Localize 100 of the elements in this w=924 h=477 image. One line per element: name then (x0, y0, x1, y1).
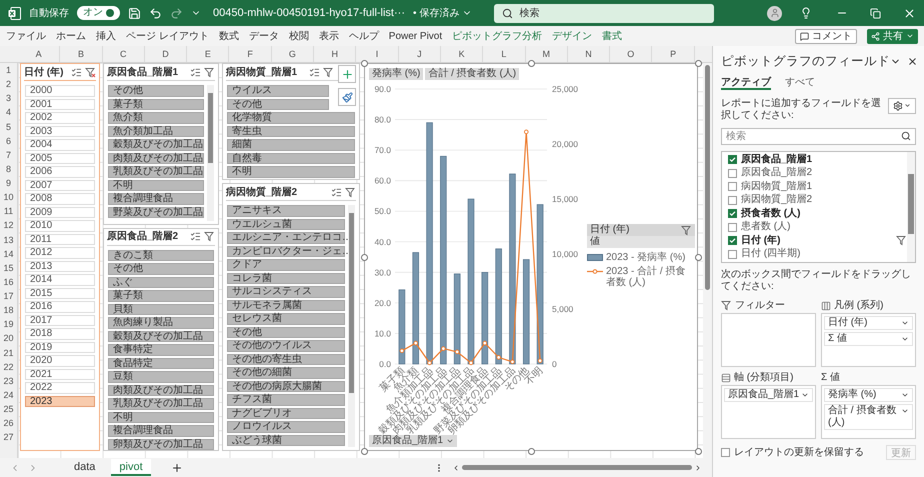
slicer-item[interactable]: 肉類及びその加工品 (108, 384, 214, 396)
slicer-item[interactable]: 魚介類加工品 (108, 126, 204, 137)
slicer-item[interactable]: 豆類 (108, 371, 214, 383)
slicer-item[interactable]: 乳類及びその加工品 (108, 398, 214, 410)
column-header[interactable]: J (398, 46, 441, 62)
row-header[interactable]: 21 (0, 346, 17, 360)
slicer-item[interactable]: 菓子類 (108, 290, 214, 302)
ribbon-tab[interactable]: Power Pivot (388, 28, 442, 44)
slicer-item[interactable]: 穀類及びその加工品 (108, 330, 214, 342)
pane-tab[interactable]: すべて (785, 74, 815, 90)
slicer-item[interactable]: その他の細菌 (227, 367, 345, 378)
slicer-item[interactable]: その他 (227, 98, 329, 110)
slicer-item[interactable]: 不明 (227, 166, 355, 178)
slicer-item[interactable]: サルコシスティス (227, 286, 345, 298)
slicer-item[interactable]: 2005 (25, 152, 95, 164)
field-label[interactable]: 病因物質_階層2 (741, 194, 812, 206)
comment-button[interactable]: コメント (795, 28, 857, 44)
row-header[interactable]: 4 (0, 105, 17, 120)
slicer-item[interactable]: 2017 (25, 314, 95, 326)
slicer-item[interactable]: 2004 (25, 139, 95, 150)
share-button[interactable]: 共有 (867, 28, 918, 44)
slicer-item[interactable]: 2009 (25, 206, 95, 218)
row-header[interactable]: 27 (0, 430, 17, 444)
slicer-item[interactable]: 2023 (25, 396, 95, 407)
drop-area[interactable]: 日付 (年) Σ 値 (821, 312, 916, 367)
slicer-item[interactable]: 食品特定 (108, 358, 214, 370)
column-header[interactable]: A (18, 46, 60, 62)
search-input[interactable]: 検索 (519, 6, 706, 20)
slicer-item[interactable]: 2021 (25, 368, 95, 380)
ribbon-tab[interactable]: ピボットグラフ分析 (452, 28, 542, 44)
row-header[interactable]: 24 (0, 388, 17, 402)
row-header[interactable]: 13 (0, 232, 17, 247)
slicer-item[interactable]: ぶどう球菌 (227, 434, 345, 446)
ribbon-tab[interactable]: ページ レイアウト (126, 28, 209, 44)
slicer-item[interactable]: サルモネラ属菌 (227, 300, 345, 311)
axis-field-button[interactable]: 原因食品_階層1 (369, 435, 458, 447)
slicer-item[interactable]: 2001 (25, 98, 95, 110)
slicer-item[interactable]: その他 (108, 85, 204, 96)
slicer-item[interactable]: クドア (227, 259, 345, 270)
slicer-item[interactable]: 2000 (25, 85, 95, 96)
slicer-item[interactable]: 2008 (25, 193, 95, 204)
slicer-item[interactable]: ウエルシュ菌 (227, 218, 345, 230)
ribbon-tab[interactable]: 表示 (318, 28, 339, 44)
file-name[interactable]: 00450-mhlw-00450191-hyo17-full-list··· (213, 4, 405, 22)
slicer-item[interactable]: 化学物質 (227, 112, 355, 124)
row-header[interactable]: 11 (0, 204, 17, 218)
ribbon-tab[interactable]: デザイン (552, 28, 592, 44)
row-header[interactable]: 9 (0, 176, 17, 190)
slicer-item[interactable]: その他 (108, 263, 214, 275)
row-header[interactable]: 18 (0, 303, 17, 318)
slicer-item[interactable]: 2016 (25, 301, 95, 312)
ribbon-tab[interactable]: ホーム (56, 28, 86, 44)
row-header[interactable]: 20 (0, 331, 17, 346)
slicer-item[interactable]: その他 (227, 326, 345, 338)
slicer-item[interactable]: 乳類及びその加工品 (108, 166, 204, 178)
slicer-item[interactable]: セレウス菌 (227, 313, 345, 324)
row-header[interactable]: 15 (0, 260, 17, 275)
row-header[interactable]: 26 (0, 416, 17, 430)
field-label[interactable]: 原因食品_階層1 (741, 154, 812, 166)
ribbon-tab[interactable]: ファイル (6, 28, 46, 44)
column-header[interactable]: N (568, 46, 610, 62)
slicer-item[interactable]: 魚肉練り製品 (108, 317, 214, 329)
field-label[interactable]: 患者数 (人) (741, 221, 790, 233)
sheet-tab[interactable]: pivot (111, 459, 151, 476)
slicer-item[interactable]: 卵類及びその加工品 (108, 438, 214, 450)
drop-area[interactable]: 発病率 (%) 合計 / 摂食者数 (人) (821, 384, 916, 439)
column-header[interactable]: B (60, 46, 103, 62)
slicer-item[interactable]: その他のウイルス (227, 340, 345, 352)
area-field-item[interactable]: 原因食品_階層1 (724, 388, 813, 402)
row-header[interactable]: 14 (0, 246, 17, 261)
slicer-item[interactable]: 肉類及びその加工品 (108, 152, 204, 164)
column-header[interactable]: O (610, 46, 652, 62)
value-field-button[interactable]: 合計 / 摂食者数 (人) (425, 68, 520, 80)
slicer-item[interactable]: ノロウイルス (227, 421, 345, 432)
column-header[interactable]: E (187, 46, 230, 62)
row-header[interactable]: 17 (0, 289, 17, 304)
slicer-item[interactable]: 2007 (25, 180, 95, 191)
field-label[interactable]: 日付 (年) (741, 234, 780, 246)
slicer-item[interactable]: きのこ類 (108, 250, 214, 262)
slicer-item[interactable]: 貝類 (108, 304, 214, 316)
row-header[interactable]: 7 (0, 148, 17, 162)
slicer-item[interactable]: その他の病原大腸菌 (227, 380, 345, 392)
slicer-item[interactable]: 寄生虫 (227, 126, 355, 137)
area-field-item[interactable]: Σ 値 (824, 332, 913, 346)
row-header[interactable]: 2 (0, 77, 17, 92)
legend-field-button[interactable]: 日付 (年) (587, 224, 695, 236)
field-label[interactable]: 原因食品_階層2 (741, 167, 812, 179)
row-header[interactable]: 22 (0, 360, 17, 374)
autosave-toggle[interactable]: オン (77, 6, 120, 20)
slicer-item[interactable]: 2018 (25, 328, 95, 340)
column-header[interactable]: K (440, 46, 484, 62)
field-search[interactable]: 検索 (721, 128, 916, 145)
slicer-item[interactable]: 細菌 (227, 139, 355, 150)
column-header[interactable]: P (652, 46, 695, 62)
column-header[interactable]: L (483, 46, 526, 62)
row-header[interactable]: 12 (0, 218, 17, 232)
slicer-item[interactable]: 2006 (25, 166, 95, 178)
slicer-item[interactable]: 2002 (25, 112, 95, 124)
ribbon-tab[interactable]: データ (248, 28, 279, 44)
row-header[interactable]: 8 (0, 162, 17, 176)
